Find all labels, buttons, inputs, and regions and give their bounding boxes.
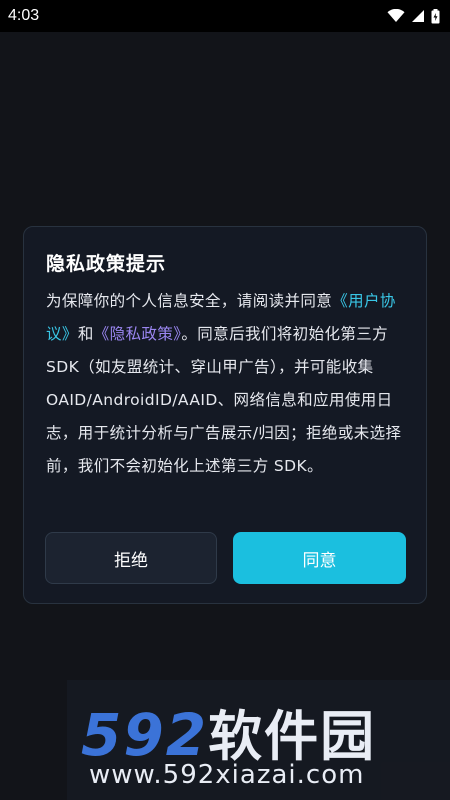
watermark-logo-text: 软件园 <box>208 705 377 768</box>
body-intro: 为保障你的个人信息安全，请阅读并同意 <box>46 292 333 310</box>
reject-button[interactable]: 拒绝 <box>45 532 217 584</box>
watermark: 592软件园 www.592xiazai.com <box>67 680 450 800</box>
status-bar: 4:03 <box>0 0 450 32</box>
privacy-dialog: 隐私政策提示 为保障你的个人信息安全，请阅读并同意《用户协议》和《隐私政策》。同… <box>23 226 427 604</box>
status-time: 4:03 <box>8 7 40 24</box>
body-connector: 和 <box>77 325 94 343</box>
signal-icon <box>412 10 424 22</box>
battery-icon <box>431 8 440 23</box>
agree-button[interactable]: 同意 <box>233 532 406 584</box>
wifi-icon <box>387 9 405 22</box>
privacy-policy-link[interactable]: 《隐私政策》 <box>94 325 182 343</box>
watermark-url: www.592xiazai.com <box>89 760 365 790</box>
watermark-logo-number: 592 <box>81 701 209 769</box>
dialog-title: 隐私政策提示 <box>46 253 167 275</box>
body-rest: 。同意后我们将初始化第三方 SDK（如友盟统计、穿山甲广告），并可能收集 OAI… <box>46 325 402 475</box>
status-icons <box>387 8 440 24</box>
dialog-body: 为保障你的个人信息安全，请阅读并同意《用户协议》和《隐私政策》。同意后我们将初始… <box>46 285 408 483</box>
